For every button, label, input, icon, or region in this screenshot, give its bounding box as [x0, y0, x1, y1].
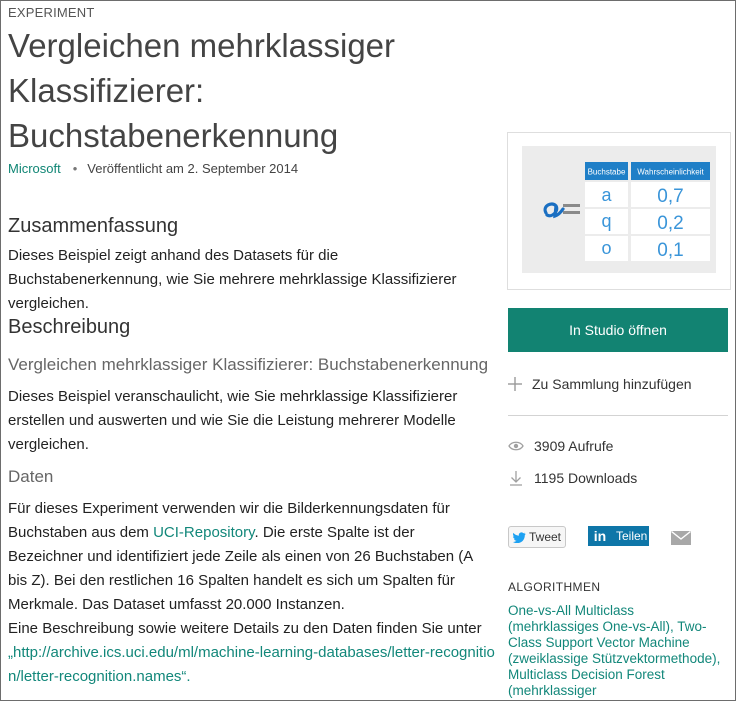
more-info-text: Eine Beschreibung sowie weitere Details … — [8, 620, 482, 637]
data-paragraph: Für dieses Experiment verwenden wir die … — [8, 497, 488, 617]
description-subheading: Vergleichen mehrklassiger Klassifizierer… — [8, 355, 489, 374]
data-heading: Daten — [8, 467, 54, 486]
views-count: 3909 Aufrufe — [534, 438, 614, 454]
algorithms-list[interactable]: One-vs-All Multiclass (mehrklassiges One… — [508, 603, 723, 699]
table-header-prob: Wahrscheinlichkeit — [637, 168, 704, 177]
publisher-link[interactable]: Microsoft — [8, 161, 61, 176]
description-intro: Dieses Beispiel veranschaulicht, wie Sie… — [8, 388, 458, 453]
row-letter: q — [601, 211, 611, 231]
twitter-bird-icon — [512, 531, 526, 543]
category-label: EXPERIMENT — [8, 5, 95, 20]
row-letter: o — [601, 238, 611, 258]
plus-icon — [508, 377, 522, 391]
downloads-count: 1195 Downloads — [534, 470, 638, 486]
downloads-stat: 1195 Downloads — [508, 470, 637, 486]
summary-text: Dieses Beispiel zeigt anhand des Dataset… — [8, 247, 457, 312]
page-title: Vergleichen mehrklassiger Klassifizierer… — [8, 27, 396, 154]
open-in-studio-button[interactable]: In Studio öffnen — [508, 308, 728, 352]
sidebar-divider — [508, 415, 728, 416]
uci-repository-link[interactable]: UCI-Repository — [153, 524, 254, 541]
download-icon — [510, 471, 522, 486]
page-frame: EXPERIMENT Vergleichen mehrklassiger Kla… — [0, 0, 736, 701]
row-prob: 0,2 — [657, 213, 683, 234]
tweet-button[interactable]: Tweet — [508, 526, 566, 548]
row-prob: 0,1 — [657, 240, 683, 261]
share-label: Teilen — [616, 529, 648, 543]
views-stat: 3909 Aufrufe — [508, 438, 613, 454]
meta-separator: • — [72, 161, 78, 176]
algorithms-heading: ALGORITHMEN — [508, 580, 601, 594]
linkedin-share-button[interactable]: in Teilen — [588, 526, 649, 546]
letter-probability-graphic: Buchstabe Wahrscheinlichkeit a 0,7 q 0,2… — [543, 162, 710, 261]
row-letter: a — [601, 185, 612, 205]
tweet-label: Tweet — [528, 530, 561, 544]
equals-sign — [563, 204, 580, 214]
open-in-studio-label: In Studio öffnen — [569, 322, 667, 338]
experiment-thumbnail: Buchstabe Wahrscheinlichkeit a 0,7 q 0,2… — [507, 132, 731, 290]
linkedin-logo-icon: in — [588, 526, 610, 546]
add-to-collection-button[interactable]: Zu Sammlung hinzufügen — [508, 376, 692, 392]
description-heading: Beschreibung — [8, 316, 131, 338]
table-header-letter: Buchstabe — [588, 168, 626, 177]
names-file-link[interactable]: „http://archive.ics.uci.edu/ml/machine-l… — [8, 641, 505, 689]
row-prob: 0,7 — [657, 186, 683, 207]
handwritten-a-icon — [543, 202, 565, 219]
add-to-collection-label: Zu Sammlung hinzufügen — [532, 376, 692, 392]
thumbnail-image: Buchstabe Wahrscheinlichkeit a 0,7 q 0,2… — [522, 146, 716, 273]
eye-icon — [508, 441, 524, 451]
email-icon[interactable] — [671, 531, 691, 545]
publish-meta: Microsoft • Veröffentlicht am 2. September… — [8, 161, 298, 176]
publish-date: Veröffentlicht am 2. September 2014 — [87, 161, 299, 176]
summary-heading: Zusammenfassung — [8, 215, 179, 237]
